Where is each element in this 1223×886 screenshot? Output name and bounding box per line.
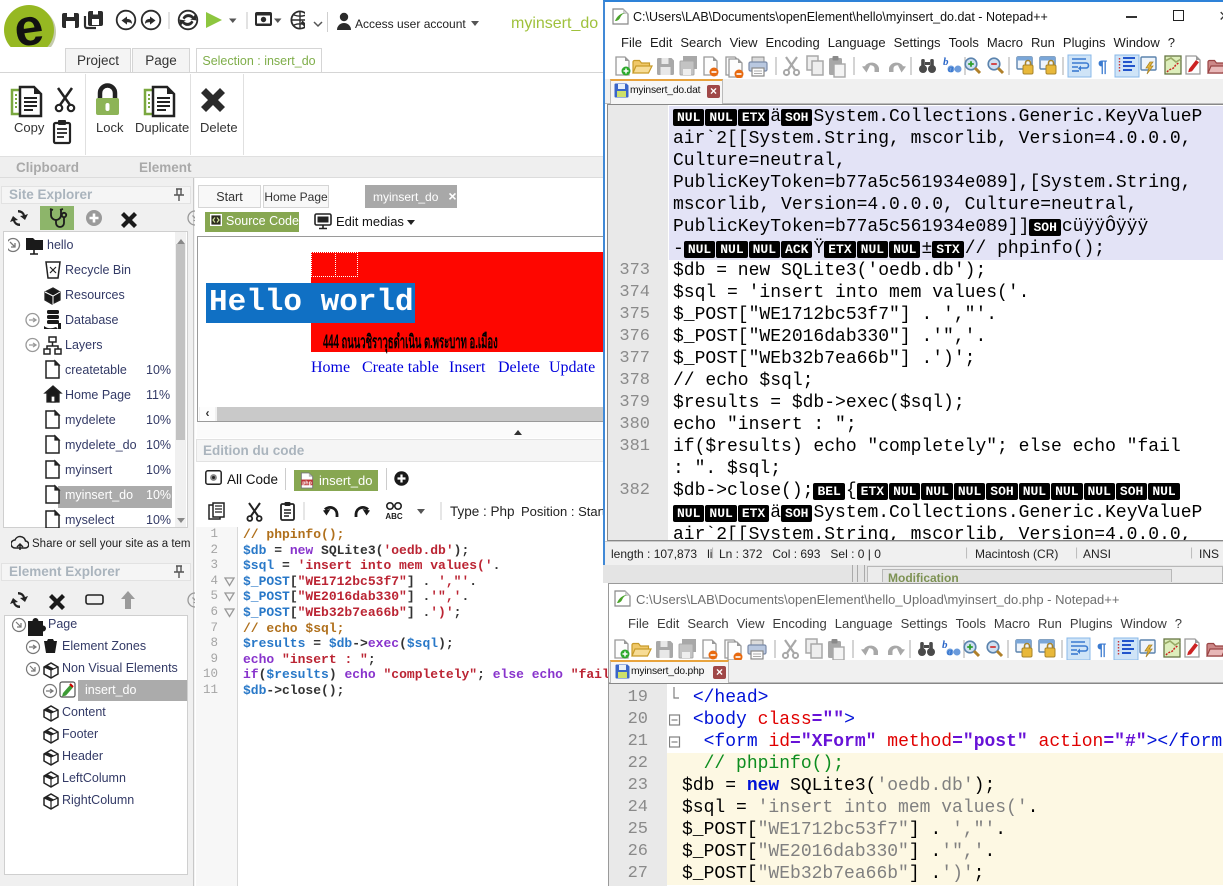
svg-text:php: php [302,480,312,486]
svg-text:¶: ¶ [1097,640,1106,659]
svg-text:¶: ¶ [1098,57,1107,76]
svg-text:ABC: ABC [385,512,403,521]
